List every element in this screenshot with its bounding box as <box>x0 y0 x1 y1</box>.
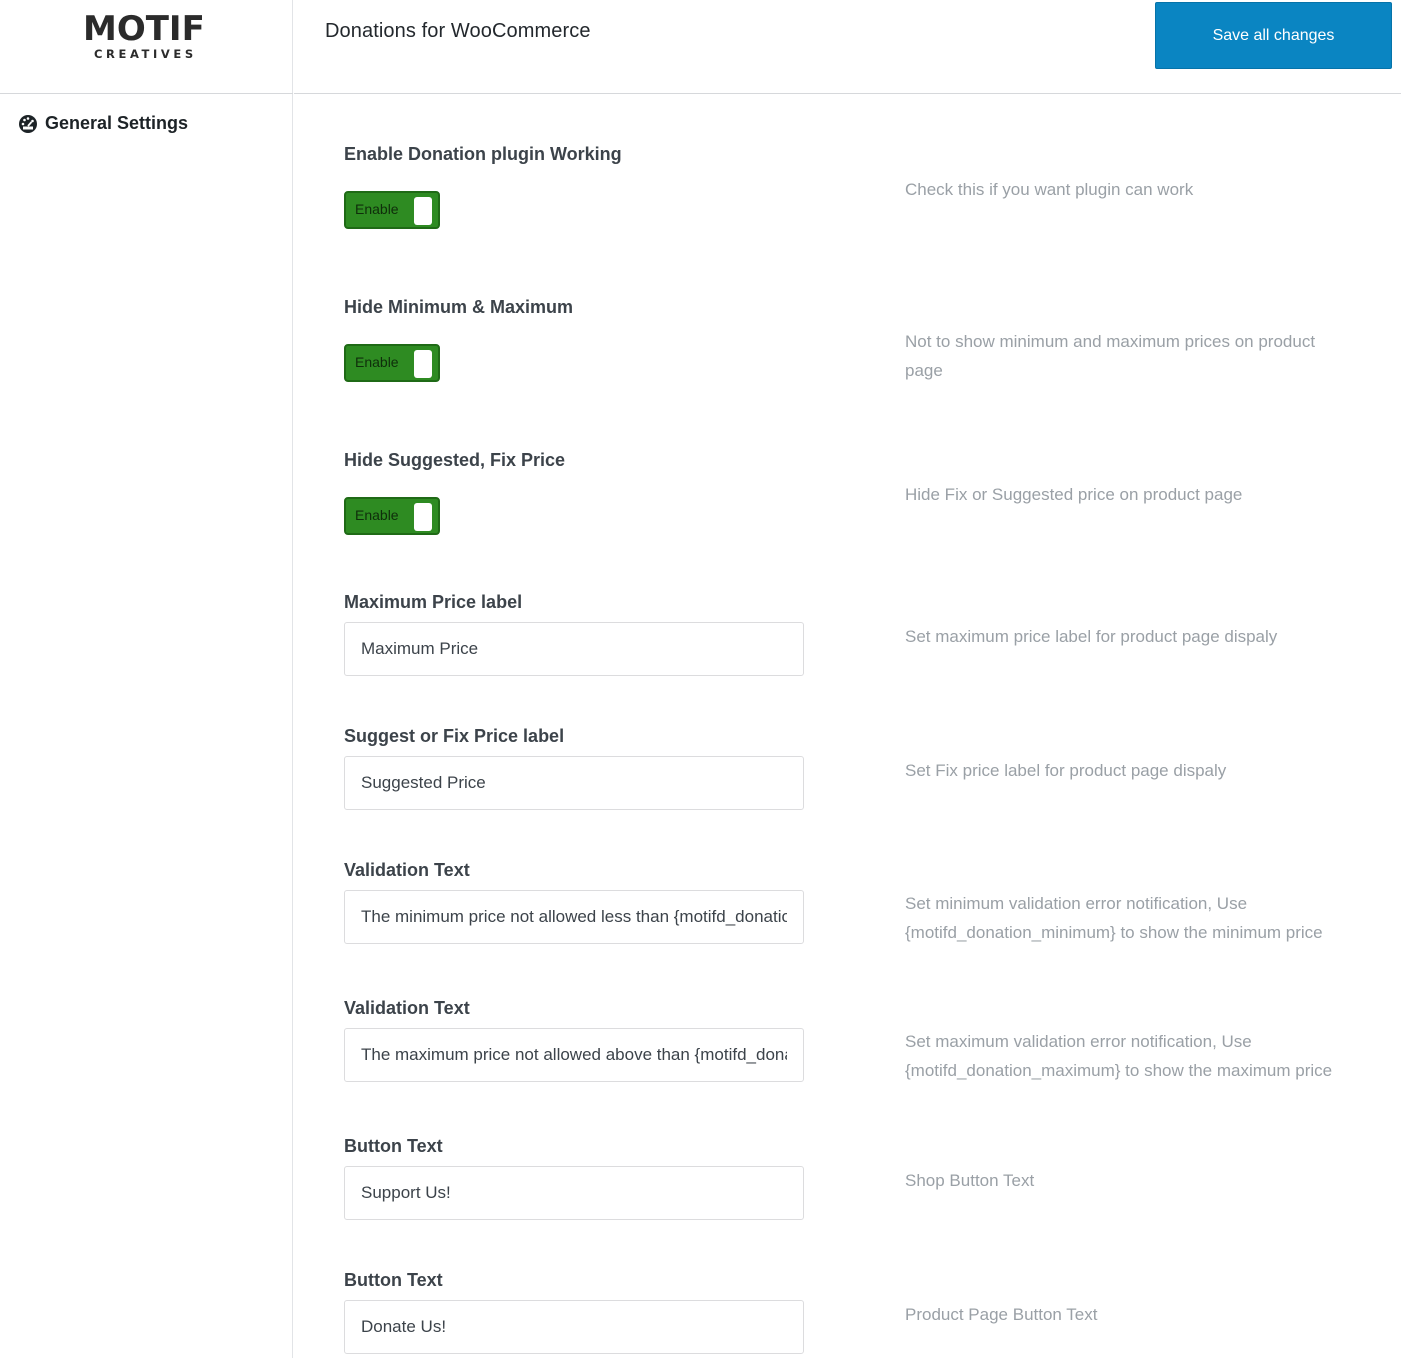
hide-min-max-toggle[interactable]: Enable <box>344 344 440 382</box>
toggle-state-label: Enable <box>355 354 399 370</box>
sidebar-item-general-settings[interactable]: General Settings <box>18 113 188 134</box>
page-title: Donations for WooCommerce <box>325 20 591 42</box>
page-header: Donations for WooCommerce Save all chang… <box>294 0 1401 94</box>
maximum-price-label-input[interactable] <box>344 622 804 676</box>
enable-plugin-toggle[interactable]: Enable <box>344 191 440 229</box>
toggle-knob <box>414 503 432 531</box>
setting-label-hide-min-max: Hide Minimum & Maximum <box>344 297 574 317</box>
save-all-changes-button[interactable]: Save all changes <box>1155 2 1392 69</box>
settings-form: Enable Donation plugin Working Enable Ch… <box>294 94 1401 1358</box>
setting-description: Check this if you want plugin can work <box>905 180 1194 199</box>
logo-wordmark: MOTIF <box>83 9 205 49</box>
setting-label-shop-button-text: Button Text <box>344 1136 443 1156</box>
setting-description: Set Fix price label for product page dis… <box>905 761 1227 780</box>
toggle-knob <box>414 350 432 378</box>
setting-description: Product Page Button Text <box>905 1305 1098 1324</box>
toggle-knob <box>414 197 432 225</box>
toggle-state-label: Enable <box>355 201 399 217</box>
logo-tagline: CREATIVES <box>94 47 197 61</box>
dashboard-gauge-icon <box>18 114 38 134</box>
setting-description: Set maximum validation error notificatio… <box>905 1032 1333 1080</box>
toggle-state-label: Enable <box>355 507 399 523</box>
setting-description: Set minimum validation error notificatio… <box>905 894 1323 942</box>
setting-description: Shop Button Text <box>905 1171 1035 1190</box>
validation-min-text-input[interactable] <box>344 890 804 944</box>
setting-label-enable-plugin: Enable Donation plugin Working <box>344 144 622 164</box>
brand-logo: MOTIF CREATIVES <box>0 0 293 94</box>
setting-description: Hide Fix or Suggested price on product p… <box>905 485 1243 504</box>
setting-description: Not to show minimum and maximum prices o… <box>905 332 1316 380</box>
suggest-fix-price-label-input[interactable] <box>344 756 804 810</box>
setting-label-validation-min: Validation Text <box>344 860 470 880</box>
validation-max-text-input[interactable] <box>344 1028 804 1082</box>
setting-label-suggest-fix-price: Suggest or Fix Price label <box>344 726 565 746</box>
product-page-button-text-input[interactable] <box>344 1300 804 1354</box>
sidebar-item-label: General Settings <box>45 113 189 133</box>
setting-label-product-button-text: Button Text <box>344 1270 443 1290</box>
setting-label-maximum-price: Maximum Price label <box>344 592 523 612</box>
setting-description: Set maximum price label for product page… <box>905 627 1278 646</box>
setting-label-hide-suggested-fix: Hide Suggested, Fix Price <box>344 450 566 470</box>
shop-button-text-input[interactable] <box>344 1166 804 1220</box>
hide-suggested-fix-toggle[interactable]: Enable <box>344 497 440 535</box>
sidebar: MOTIF CREATIVES General Settings <box>0 0 293 1358</box>
setting-label-validation-max: Validation Text <box>344 998 470 1018</box>
